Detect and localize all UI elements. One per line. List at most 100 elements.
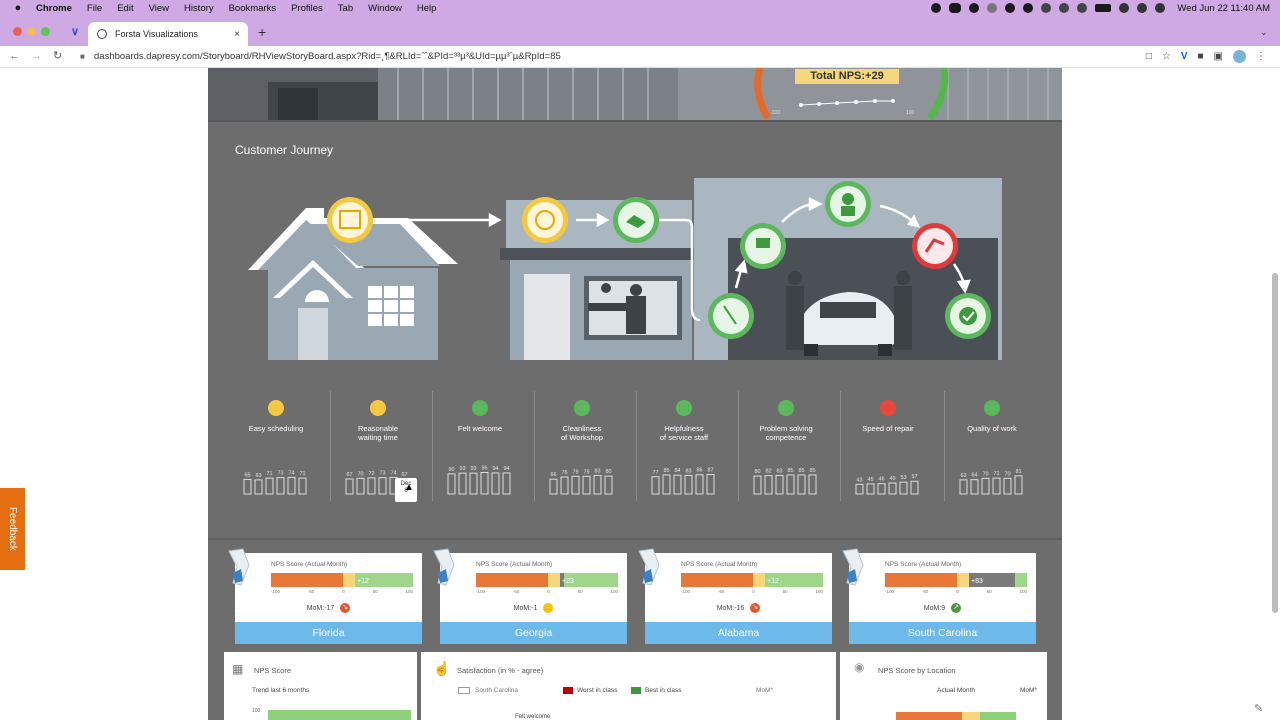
trend-bar[interactable] — [560, 476, 569, 495]
tab-search-icon[interactable]: ∨ — [71, 25, 79, 38]
trend-bar[interactable] — [877, 483, 886, 495]
tab-menu-icon[interactable]: ⌄ — [1260, 27, 1268, 38]
trend-bar[interactable] — [1003, 477, 1012, 495]
more-menu-icon[interactable]: ⋮ — [1256, 51, 1266, 62]
trend-bar[interactable] — [662, 474, 671, 495]
new-tab-button[interactable]: + — [258, 24, 266, 40]
state-name[interactable]: Alabama — [645, 622, 832, 644]
trend-bar[interactable] — [502, 472, 511, 495]
trend-bar[interactable] — [684, 474, 693, 495]
state-card[interactable]: NPS Score (Actual Month) +12 -100 -50 0 50 100… — [638, 548, 832, 644]
close-window-button[interactable] — [13, 27, 22, 36]
search-status-icon[interactable] — [987, 3, 998, 13]
state-name[interactable]: Florida — [235, 622, 422, 644]
trend-bar[interactable] — [706, 474, 715, 495]
menu-profiles[interactable]: Profiles — [291, 3, 323, 14]
back-icon[interactable]: ← — [9, 50, 20, 62]
profile-avatar[interactable] — [1233, 50, 1246, 63]
menu-tab[interactable]: Tab — [338, 3, 353, 14]
extension-v-icon[interactable]: V — [1181, 51, 1188, 62]
trend-bar[interactable] — [1014, 475, 1023, 495]
trend-bar[interactable] — [673, 474, 682, 495]
trend-bar[interactable] — [345, 478, 354, 495]
trend-bar[interactable] — [378, 477, 387, 495]
forward-icon[interactable]: → — [31, 50, 42, 62]
trend-bar[interactable] — [910, 480, 919, 495]
menu-window[interactable]: Window — [368, 3, 402, 14]
trend-bar[interactable] — [469, 472, 478, 495]
trend-bar[interactable] — [447, 473, 456, 495]
minimize-window-button[interactable] — [27, 27, 36, 36]
trend-bar[interactable] — [899, 481, 908, 495]
trend-bar[interactable] — [753, 475, 762, 495]
extensions-puzzle-icon[interactable]: ■ — [1198, 51, 1204, 62]
trend-bar[interactable] — [356, 477, 365, 495]
control-center-icon[interactable] — [1155, 3, 1166, 13]
menu-edit[interactable]: Edit — [117, 3, 133, 14]
menu-bookmarks[interactable]: Bookmarks — [229, 3, 277, 14]
url-field[interactable]: dashboards.dapresy.com/Storyboard/RHView… — [94, 51, 561, 62]
trend-bar[interactable] — [254, 479, 263, 495]
menu-help[interactable]: Help — [417, 3, 437, 14]
trend-bar[interactable] — [764, 475, 773, 495]
menu-file[interactable]: File — [87, 3, 102, 14]
trend-bar[interactable] — [970, 479, 979, 495]
trend-bar[interactable] — [797, 474, 806, 495]
wifi-icon[interactable] — [1119, 3, 1130, 13]
trend-bar[interactable] — [458, 472, 467, 495]
share-icon[interactable]: □ — [1146, 51, 1152, 62]
page-scrollbar[interactable] — [1272, 273, 1278, 613]
bookmark-star-icon[interactable]: ☆ — [1162, 51, 1171, 62]
trend-bar[interactable] — [992, 477, 1001, 495]
trend-bar[interactable] — [981, 477, 990, 495]
feedback-tab[interactable]: Feedback — [0, 488, 25, 570]
spotify-icon[interactable] — [969, 3, 980, 13]
reload-icon[interactable]: ↻ — [53, 49, 62, 62]
trend-bar[interactable] — [959, 479, 968, 495]
bluetooth-icon[interactable] — [1077, 3, 1088, 13]
close-tab-icon[interactable]: × — [234, 29, 240, 40]
m-icon[interactable] — [1005, 3, 1016, 13]
menu-app[interactable]: Chrome — [36, 3, 72, 14]
spotlight-icon[interactable] — [1137, 3, 1148, 13]
trend-bar[interactable] — [888, 482, 897, 495]
network-icon[interactable] — [1059, 3, 1070, 13]
trend-bar[interactable] — [593, 474, 602, 495]
sidebar-icon[interactable]: ▣ — [1214, 51, 1223, 62]
lock-icon[interactable]: ■ — [80, 52, 85, 61]
cloud-icon[interactable] — [949, 3, 962, 13]
trend-bar[interactable] — [651, 476, 660, 495]
trend-bar[interactable] — [571, 475, 580, 495]
menu-history[interactable]: History — [184, 3, 214, 14]
trend-bar[interactable] — [265, 477, 274, 495]
globe-icon[interactable] — [1023, 3, 1034, 13]
trend-bar[interactable] — [549, 478, 558, 495]
record-icon[interactable] — [931, 3, 942, 13]
trend-bar[interactable] — [695, 474, 704, 495]
trend-bar[interactable] — [808, 474, 817, 495]
browser-tab[interactable]: Forsta Visualizations × — [88, 22, 248, 46]
trend-bar[interactable] — [276, 477, 285, 495]
trend-bar[interactable] — [367, 477, 376, 495]
trend-bar[interactable] — [775, 474, 784, 495]
state-card[interactable]: NPS Score (Actual Month) +23 -100 -50 0 50 100… — [433, 548, 627, 644]
maximize-window-button[interactable] — [41, 27, 50, 36]
state-name[interactable]: Georgia — [440, 622, 627, 644]
trend-bar[interactable] — [582, 475, 591, 495]
trend-bar[interactable] — [866, 483, 875, 495]
apple-icon[interactable]: ● — [10, 2, 26, 14]
trend-bar[interactable] — [786, 474, 795, 495]
edit-pen-icon[interactable]: ✎ — [1254, 702, 1263, 715]
state-card[interactable]: NPS Score (Actual Month) +12 -100 -50 0 50 100… — [228, 548, 422, 644]
state-name[interactable]: South Carolina — [849, 622, 1036, 644]
trend-bar[interactable] — [298, 477, 307, 495]
trend-bar[interactable] — [855, 483, 864, 495]
play-icon[interactable] — [1041, 3, 1052, 13]
trend-bar[interactable] — [604, 475, 613, 495]
trend-bar[interactable] — [287, 476, 296, 495]
menu-view[interactable]: View — [149, 3, 169, 14]
state-card[interactable]: NPS Score (Actual Month) +83 -100 -50 0 50 100… — [842, 548, 1036, 644]
battery-icon[interactable] — [1095, 4, 1112, 12]
trend-bar[interactable] — [480, 471, 489, 495]
trend-bar[interactable] — [243, 478, 252, 495]
